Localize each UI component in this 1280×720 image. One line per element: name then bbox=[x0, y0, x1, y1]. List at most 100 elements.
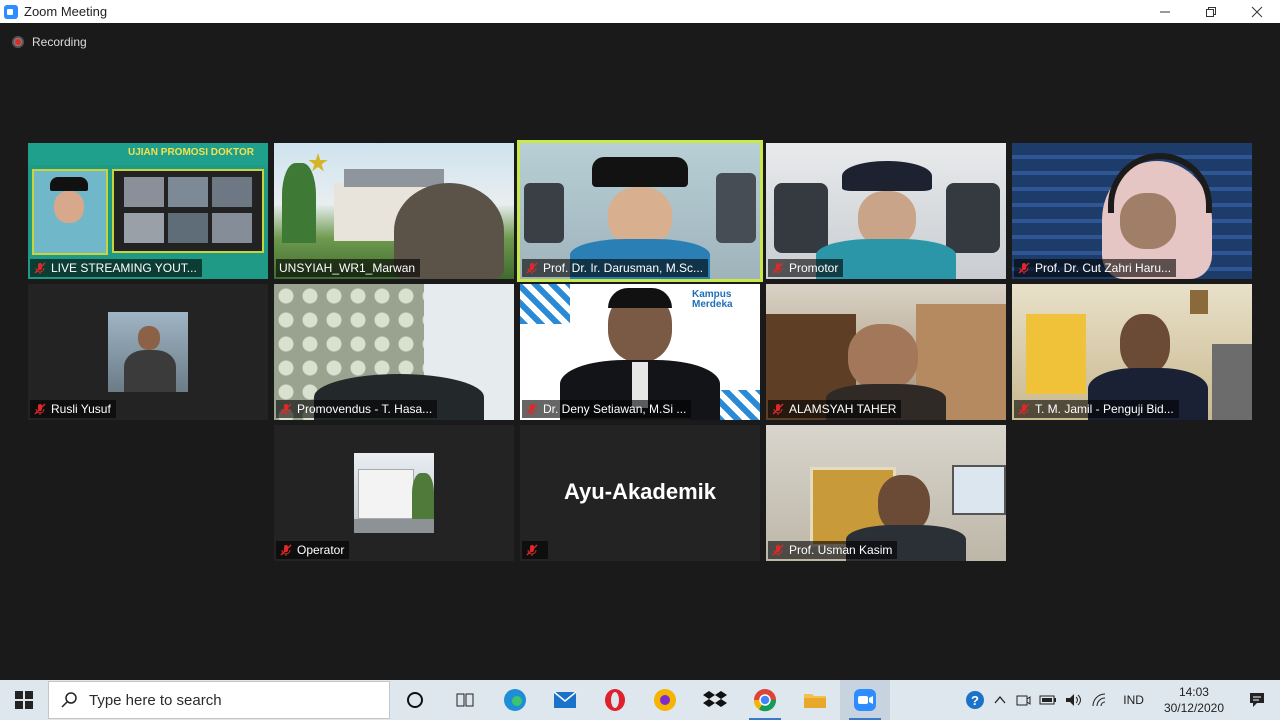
taskbar-clock[interactable]: 14:03 30/12/2020 bbox=[1154, 684, 1234, 716]
participant-tile[interactable]: Promotor bbox=[766, 143, 1006, 279]
participant-name-tag: Operator bbox=[276, 541, 350, 559]
mic-muted-icon bbox=[772, 544, 784, 556]
taskbar-app-mail[interactable] bbox=[540, 680, 590, 720]
participant-name-tag: T. M. Jamil - Penguji Bid... bbox=[1014, 400, 1179, 418]
participant-avatar bbox=[354, 453, 434, 533]
participant-display-name: Ayu-Akademik bbox=[563, 479, 716, 504]
restore-button[interactable] bbox=[1188, 0, 1234, 23]
taskbar-app-zoom[interactable] bbox=[840, 680, 890, 720]
task-view-button[interactable] bbox=[440, 680, 490, 720]
show-hidden-icons-button[interactable] bbox=[989, 680, 1011, 720]
participant-tile[interactable]: Promovendus - T. Hasa... bbox=[274, 284, 514, 420]
dropbox-icon bbox=[703, 691, 727, 707]
zoom-icon bbox=[854, 689, 876, 711]
minimize-button[interactable] bbox=[1142, 0, 1188, 23]
mic-muted-icon bbox=[280, 544, 292, 556]
participant-name: Prof. Dr. Ir. Darusman, M.Sc... bbox=[543, 261, 704, 275]
participant-tile[interactable]: Ayu-Akademik bbox=[520, 425, 760, 561]
taskbar-app-chrome-canary[interactable] bbox=[640, 680, 690, 720]
participant-tile[interactable]: Kampus Merdeka Dr. Deny Setiawan, M.Si .… bbox=[520, 284, 760, 420]
windows-logo-icon bbox=[15, 691, 33, 709]
mic-muted-icon bbox=[34, 262, 46, 274]
notifications-button[interactable] bbox=[1234, 680, 1280, 720]
participant-name-tag: Prof. Dr. Ir. Darusman, M.Sc... bbox=[522, 259, 709, 277]
mic-muted-icon bbox=[1018, 262, 1030, 274]
participant-tile-active-speaker[interactable]: Prof. Dr. Ir. Darusman, M.Sc... bbox=[517, 140, 763, 282]
window-title-bar: Zoom Meeting bbox=[0, 0, 1280, 23]
stream-banner: UJIAN PROMOSI DOKTOR bbox=[128, 147, 254, 158]
taskbar-app-chrome[interactable] bbox=[740, 680, 790, 720]
meeting-gallery: Recording UJIAN PROMOSI DOKTOR LIVE STRE… bbox=[0, 23, 1280, 680]
cortana-icon bbox=[407, 692, 423, 708]
mic-muted-icon bbox=[526, 544, 538, 556]
zoom-app-icon bbox=[4, 4, 18, 19]
participant-name-tag: Prof. Dr. Cut Zahri Haru... bbox=[1014, 259, 1177, 277]
participant-tile[interactable]: ALAMSYAH TAHER bbox=[766, 284, 1006, 420]
mic-muted-icon bbox=[526, 403, 538, 415]
participant-name-tag bbox=[522, 541, 548, 559]
notification-icon bbox=[1250, 693, 1264, 707]
system-tray: ? IND 14:03 30/12/2020 bbox=[961, 680, 1280, 720]
participant-tile[interactable]: Rusli Yusuf bbox=[28, 284, 268, 420]
participant-name-tag: Promovendus - T. Hasa... bbox=[276, 400, 438, 418]
participant-avatar bbox=[108, 312, 188, 392]
speaker-icon bbox=[1066, 694, 1082, 706]
recording-indicator[interactable]: Recording bbox=[12, 35, 87, 49]
cortana-button[interactable] bbox=[390, 680, 440, 720]
mic-muted-icon bbox=[772, 262, 784, 274]
svg-text:?: ? bbox=[971, 693, 979, 708]
meet-now-icon bbox=[1016, 695, 1031, 706]
participant-name-tag: Rusli Yusuf bbox=[30, 400, 116, 418]
chrome-icon bbox=[753, 689, 777, 712]
participant-name: Dr. Deny Setiawan, M.Si ... bbox=[543, 402, 687, 416]
wifi-icon bbox=[1092, 693, 1106, 707]
participant-name: Rusli Yusuf bbox=[51, 402, 111, 416]
participant-tile[interactable]: Prof. Usman Kasim bbox=[766, 425, 1006, 561]
close-button[interactable] bbox=[1234, 0, 1280, 23]
participant-name: LIVE STREAMING YOUT... bbox=[51, 261, 197, 275]
recording-icon bbox=[12, 36, 24, 48]
participant-name-tag: UNSYIAH_WR1_Marwan bbox=[276, 259, 421, 277]
battery-icon bbox=[1039, 695, 1057, 705]
help-tray-button[interactable]: ? bbox=[961, 680, 989, 720]
participant-tile[interactable]: T. M. Jamil - Penguji Bid... bbox=[1012, 284, 1252, 420]
mic-muted-icon bbox=[772, 403, 784, 415]
taskbar-app-file-explorer[interactable] bbox=[790, 680, 840, 720]
language-indicator[interactable]: IND bbox=[1113, 680, 1154, 720]
participant-name-tag: Promotor bbox=[768, 259, 844, 277]
participant-name-tag: ALAMSYAH TAHER bbox=[768, 400, 902, 418]
participant-tile[interactable]: Operator bbox=[274, 425, 514, 561]
task-view-icon bbox=[456, 693, 474, 707]
participant-tile[interactable]: Prof. Dr. Cut Zahri Haru... bbox=[1012, 143, 1252, 279]
kampus-merdeka-logo: Kampus Merdeka bbox=[692, 289, 733, 310]
participant-name: Prof. Dr. Cut Zahri Haru... bbox=[1035, 261, 1172, 275]
taskbar-app-dropbox[interactable] bbox=[690, 680, 740, 720]
participant-tile[interactable]: UNSYIAH_WR1_Marwan bbox=[274, 143, 514, 279]
taskbar-search-box[interactable]: Type here to search bbox=[48, 681, 390, 719]
meet-now-tray-button[interactable] bbox=[1011, 680, 1035, 720]
participant-name: T. M. Jamil - Penguji Bid... bbox=[1035, 402, 1174, 416]
participant-name: UNSYIAH_WR1_Marwan bbox=[279, 261, 416, 275]
help-icon: ? bbox=[966, 691, 985, 709]
participant-tile[interactable]: UJIAN PROMOSI DOKTOR LIVE STREAMING YOUT… bbox=[28, 143, 268, 279]
search-icon bbox=[61, 692, 77, 708]
windows-taskbar: Type here to search ? IND 14:03 30/12/20… bbox=[0, 680, 1280, 720]
mic-muted-icon bbox=[280, 403, 292, 415]
taskbar-app-opera[interactable] bbox=[590, 680, 640, 720]
edge-icon bbox=[504, 689, 526, 711]
battery-tray-button[interactable] bbox=[1035, 680, 1061, 720]
participant-name: Promovendus - T. Hasa... bbox=[297, 402, 433, 416]
start-button[interactable] bbox=[0, 680, 48, 720]
participant-name: ALAMSYAH TAHER bbox=[789, 402, 897, 416]
recording-label: Recording bbox=[32, 35, 87, 49]
mic-muted-icon bbox=[526, 262, 538, 274]
search-placeholder: Type here to search bbox=[89, 691, 222, 709]
participant-name-tag: Prof. Usman Kasim bbox=[768, 541, 898, 559]
chevron-up-icon bbox=[994, 695, 1006, 704]
volume-tray-button[interactable] bbox=[1061, 680, 1087, 720]
clock-date: 30/12/2020 bbox=[1163, 701, 1224, 715]
participant-name: Prof. Usman Kasim bbox=[789, 543, 893, 557]
folder-icon bbox=[804, 694, 826, 708]
taskbar-app-edge[interactable] bbox=[490, 680, 540, 720]
wifi-tray-button[interactable] bbox=[1087, 680, 1113, 720]
